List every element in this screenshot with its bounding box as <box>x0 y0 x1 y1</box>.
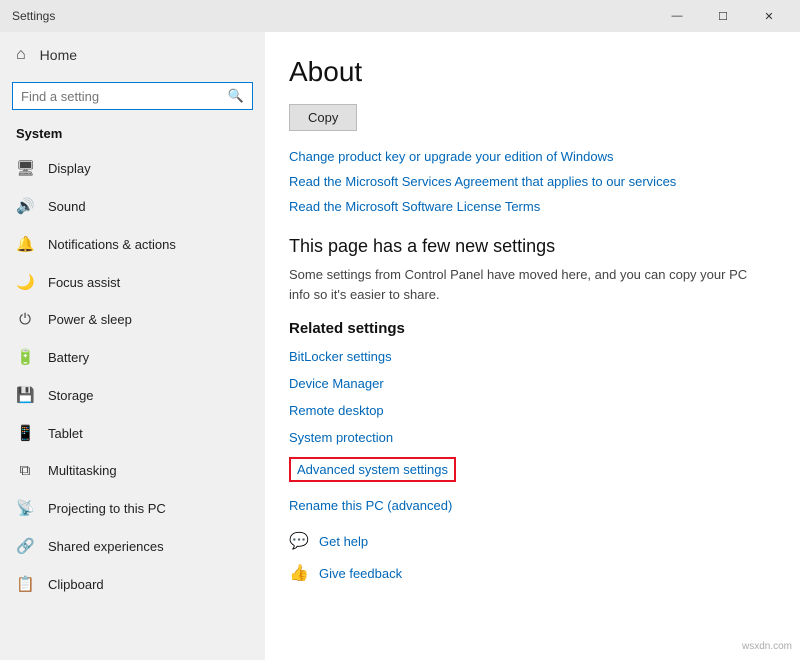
sidebar-item-power[interactable]: ⏻ Power & sleep <box>0 301 265 338</box>
search-input[interactable] <box>21 89 222 104</box>
title-bar-title: Settings <box>12 9 55 23</box>
sidebar-item-home[interactable]: ⌂ Home <box>0 32 265 78</box>
sidebar-item-clipboard[interactable]: 📋 Clipboard <box>0 565 265 603</box>
new-settings-desc: Some settings from Control Panel have mo… <box>289 265 768 304</box>
sidebar-items: 🖥 Display 🔊 Sound 🔔 Notifications & acti… <box>0 149 265 603</box>
related-links: BitLocker settings Device Manager Remote d… <box>289 349 768 445</box>
sidebar-item-display[interactable]: 🖥 Display <box>0 149 265 187</box>
close-button[interactable]: ✕ <box>746 0 792 32</box>
help-item-give-feedback[interactable]: 👍 Give feedback <box>289 563 768 583</box>
help-item-get-help[interactable]: 💬 Get help <box>289 531 768 551</box>
home-label: Home <box>40 47 77 63</box>
projecting-icon: 📡 <box>16 499 34 517</box>
help-section: 💬 Get help 👍 Give feedback <box>289 531 768 583</box>
related-link-1[interactable]: Device Manager <box>289 376 768 391</box>
power-icon: ⏻ <box>16 311 34 328</box>
content-area: About Copy Change product key or upgrade… <box>265 32 800 660</box>
sidebar-item-battery[interactable]: 🔋 Battery <box>0 338 265 376</box>
give-feedback-label: Give feedback <box>319 566 402 581</box>
storage-icon: 💾 <box>16 386 34 404</box>
power-label: Power & sleep <box>48 312 132 327</box>
related-link-3[interactable]: System protection <box>289 430 768 445</box>
content-link-2[interactable]: Read the Microsoft Software License Term… <box>289 199 768 214</box>
search-box: 🔍 <box>12 82 253 110</box>
sidebar-item-sound[interactable]: 🔊 Sound <box>0 187 265 225</box>
content-links: Change product key or upgrade your editi… <box>289 149 768 214</box>
title-bar-controls: — ☐ ✕ <box>654 0 792 32</box>
battery-icon: 🔋 <box>16 348 34 366</box>
get-help-label: Get help <box>319 534 368 549</box>
sidebar-item-tablet[interactable]: 📱 Tablet <box>0 414 265 452</box>
sidebar-item-notifications[interactable]: 🔔 Notifications & actions <box>0 225 265 263</box>
minimize-button[interactable]: — <box>654 0 700 32</box>
notifications-icon: 🔔 <box>16 235 34 253</box>
related-link-0[interactable]: BitLocker settings <box>289 349 768 364</box>
content-link-1[interactable]: Read the Microsoft Services Agreement th… <box>289 174 768 189</box>
advanced-system-settings-link[interactable]: Advanced system settings <box>289 457 456 482</box>
rename-pc-link[interactable]: Rename this PC (advanced) <box>289 498 768 513</box>
maximize-button[interactable]: ☐ <box>700 0 746 32</box>
focus-icon: 🌙 <box>16 273 34 291</box>
shared-icon: 🔗 <box>16 537 34 555</box>
page-title: About <box>289 56 768 88</box>
content-link-0[interactable]: Change product key or upgrade your editi… <box>289 149 768 164</box>
sidebar-item-focus[interactable]: 🌙 Focus assist <box>0 263 265 301</box>
related-settings-label: Related settings <box>289 320 768 337</box>
shared-label: Shared experiences <box>48 539 164 554</box>
home-icon: ⌂ <box>16 46 26 64</box>
display-icon: 🖥 <box>16 159 34 177</box>
multitasking-icon: ⧉ <box>16 462 34 479</box>
copy-button[interactable]: Copy <box>289 104 357 131</box>
projecting-label: Projecting to this PC <box>48 501 166 516</box>
sidebar: ⌂ Home 🔍 System 🖥 Display 🔊 Sound 🔔 Noti… <box>0 32 265 660</box>
title-bar: Settings — ☐ ✕ <box>0 0 800 32</box>
notifications-label: Notifications & actions <box>48 237 176 252</box>
clipboard-label: Clipboard <box>48 577 104 592</box>
tablet-icon: 📱 <box>16 424 34 442</box>
clipboard-icon: 📋 <box>16 575 34 593</box>
tablet-label: Tablet <box>48 426 83 441</box>
app-body: ⌂ Home 🔍 System 🖥 Display 🔊 Sound 🔔 Noti… <box>0 32 800 660</box>
give-feedback-icon: 👍 <box>289 563 309 583</box>
storage-label: Storage <box>48 388 94 403</box>
search-icon: 🔍 <box>228 88 244 104</box>
focus-label: Focus assist <box>48 275 120 290</box>
multitasking-label: Multitasking <box>48 463 117 478</box>
sidebar-item-multitasking[interactable]: ⧉ Multitasking <box>0 452 265 489</box>
get-help-icon: 💬 <box>289 531 309 551</box>
sound-label: Sound <box>48 199 86 214</box>
related-link-2[interactable]: Remote desktop <box>289 403 768 418</box>
sidebar-item-shared[interactable]: 🔗 Shared experiences <box>0 527 265 565</box>
new-settings-heading: This page has a few new settings <box>289 236 768 257</box>
sidebar-item-projecting[interactable]: 📡 Projecting to this PC <box>0 489 265 527</box>
display-label: Display <box>48 161 91 176</box>
sound-icon: 🔊 <box>16 197 34 215</box>
sidebar-item-storage[interactable]: 💾 Storage <box>0 376 265 414</box>
sidebar-section-header: System <box>0 122 265 149</box>
battery-label: Battery <box>48 350 89 365</box>
watermark: wsxdn.com <box>742 641 792 652</box>
